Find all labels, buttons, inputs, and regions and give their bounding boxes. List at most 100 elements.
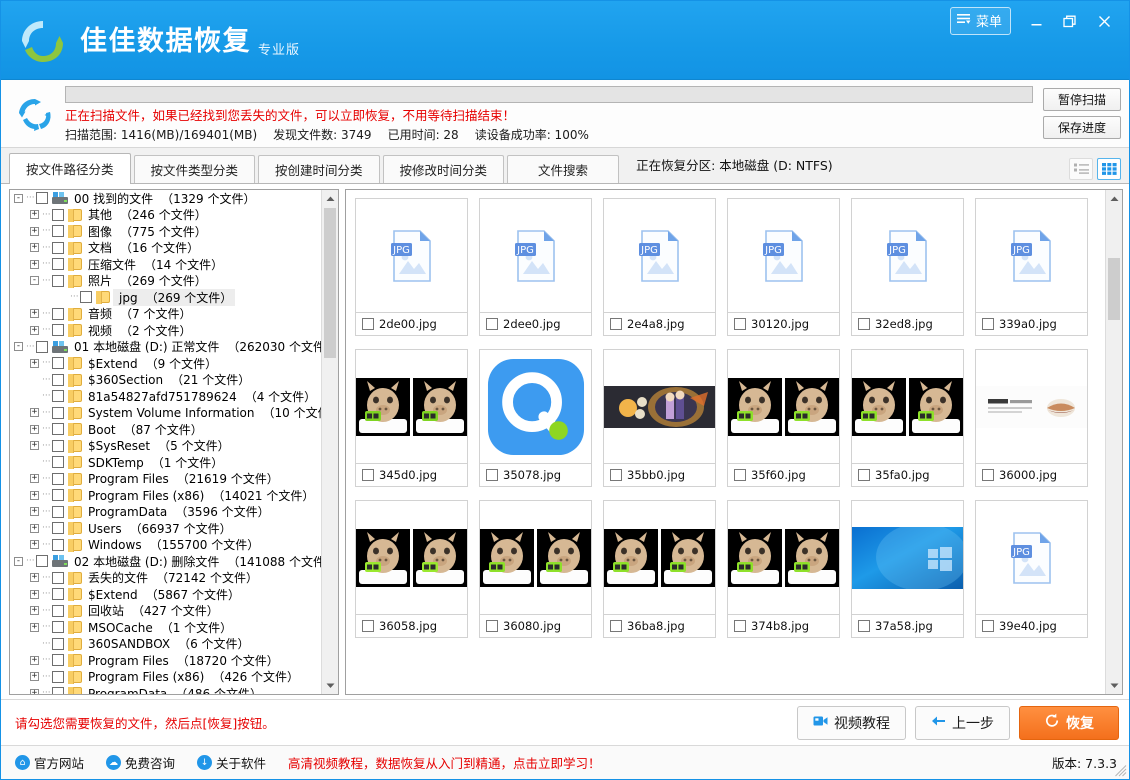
tab-3[interactable]: 按修改时间分类 bbox=[383, 155, 505, 183]
video-tutorial-button[interactable]: 视频教程 bbox=[797, 706, 906, 740]
tree-node[interactable]: +···音频（7 个文件） bbox=[10, 306, 321, 323]
tree-node-checkbox[interactable] bbox=[52, 440, 64, 452]
grid-view-icon[interactable] bbox=[1097, 158, 1121, 180]
grid-scroll-down-icon[interactable] bbox=[1106, 677, 1122, 694]
pause-scan-button[interactable]: 暂停扫描 bbox=[1043, 88, 1121, 111]
expand-icon[interactable]: + bbox=[30, 606, 39, 615]
previous-step-button[interactable]: 上一步 bbox=[915, 706, 1010, 740]
tree-node-checkbox[interactable] bbox=[52, 209, 64, 221]
expand-icon[interactable]: + bbox=[30, 524, 39, 533]
file-checkbox[interactable] bbox=[982, 318, 994, 330]
tree-node[interactable]: ···81a54827afd751789624（4 个文件） bbox=[10, 388, 321, 405]
expand-icon[interactable]: + bbox=[30, 227, 39, 236]
tree-node-checkbox[interactable] bbox=[52, 275, 64, 287]
tree-node-checkbox[interactable] bbox=[52, 258, 64, 270]
tree-node-checkbox[interactable] bbox=[52, 654, 64, 666]
status-link-1[interactable]: ☁免费咨询 bbox=[106, 753, 175, 772]
file-grid[interactable]: JPG 2de00.jpg JPG 2dee0.jpg JPG 2e4a8.jp… bbox=[346, 190, 1105, 694]
expand-icon[interactable]: + bbox=[30, 425, 39, 434]
file-cell[interactable]: 36058.jpg bbox=[355, 500, 468, 638]
file-checkbox[interactable] bbox=[858, 318, 870, 330]
grid-scroll-thumb[interactable] bbox=[1108, 258, 1120, 320]
file-cell[interactable]: 36ba8.jpg bbox=[603, 500, 716, 638]
tree-node[interactable]: +···Users（66937 个文件） bbox=[10, 520, 321, 537]
file-cell[interactable]: 36000.jpg bbox=[975, 349, 1088, 487]
tree-node-checkbox[interactable] bbox=[52, 374, 64, 386]
expand-icon[interactable]: + bbox=[30, 689, 39, 694]
file-cell[interactable]: JPG 32ed8.jpg bbox=[851, 198, 964, 336]
tree-node[interactable]: +···$SysReset（5 个文件） bbox=[10, 438, 321, 455]
tree-node-checkbox[interactable] bbox=[36, 341, 48, 353]
tree-node-checkbox[interactable] bbox=[52, 605, 64, 617]
tree-node-checkbox[interactable] bbox=[52, 423, 64, 435]
tree-node-checkbox[interactable] bbox=[52, 390, 64, 402]
tree-node[interactable]: -···02 本地磁盘 (D:) 删除文件（141088 个文件） bbox=[10, 553, 321, 570]
tree-node-checkbox[interactable] bbox=[52, 242, 64, 254]
expand-icon[interactable]: + bbox=[30, 656, 39, 665]
file-cell[interactable]: 36080.jpg bbox=[479, 500, 592, 638]
list-view-icon[interactable] bbox=[1069, 158, 1093, 180]
file-cell[interactable]: 374b8.jpg bbox=[727, 500, 840, 638]
file-cell[interactable]: 35f60.jpg bbox=[727, 349, 840, 487]
tree-node[interactable]: -···00 找到的文件（1329 个文件） bbox=[10, 190, 321, 207]
tree-node-checkbox[interactable] bbox=[52, 407, 64, 419]
tree-node-checkbox[interactable] bbox=[52, 225, 64, 237]
file-checkbox[interactable] bbox=[486, 318, 498, 330]
file-checkbox[interactable] bbox=[610, 469, 622, 481]
expand-icon[interactable]: + bbox=[30, 474, 39, 483]
expand-icon[interactable]: + bbox=[30, 491, 39, 500]
tree-node[interactable]: ···360SANDBOX（6 个文件） bbox=[10, 636, 321, 653]
tree-node[interactable]: -···照片（269 个文件） bbox=[10, 273, 321, 290]
tree-node[interactable]: -···01 本地磁盘 (D:) 正常文件（262030 个文件） bbox=[10, 339, 321, 356]
tree-node[interactable]: +···回收站（427 个文件） bbox=[10, 603, 321, 620]
expand-icon[interactable]: + bbox=[30, 260, 39, 269]
tree-node[interactable]: +···Program Files（21619 个文件） bbox=[10, 471, 321, 488]
file-checkbox[interactable] bbox=[734, 620, 746, 632]
expand-icon[interactable]: + bbox=[30, 590, 39, 599]
recover-button[interactable]: 恢复 bbox=[1019, 706, 1119, 740]
expand-icon[interactable]: + bbox=[30, 540, 39, 549]
tree-node[interactable]: +···ProgramData（486 个文件） bbox=[10, 685, 321, 694]
collapse-icon[interactable]: - bbox=[14, 557, 23, 566]
expand-icon[interactable]: + bbox=[30, 672, 39, 681]
tab-0[interactable]: 按文件路径分类 bbox=[9, 153, 131, 183]
file-checkbox[interactable] bbox=[362, 469, 374, 481]
tree-node-checkbox[interactable] bbox=[52, 687, 64, 694]
file-checkbox[interactable] bbox=[858, 469, 870, 481]
grid-scrollbar[interactable] bbox=[1105, 190, 1122, 694]
file-checkbox[interactable] bbox=[858, 620, 870, 632]
expand-icon[interactable]: + bbox=[30, 623, 39, 632]
tree-node[interactable]: +···$Extend（5867 个文件） bbox=[10, 586, 321, 603]
tab-1[interactable]: 按文件类型分类 bbox=[134, 155, 256, 183]
close-icon[interactable] bbox=[1089, 8, 1119, 34]
tree-node-checkbox[interactable] bbox=[80, 291, 92, 303]
tree-node[interactable]: +···视频（2 个文件） bbox=[10, 322, 321, 339]
file-checkbox[interactable] bbox=[982, 469, 994, 481]
tree-node-checkbox[interactable] bbox=[52, 638, 64, 650]
tree-node-checkbox[interactable] bbox=[52, 489, 64, 501]
tree-node[interactable]: +···Boot（87 个文件） bbox=[10, 421, 321, 438]
tree-node[interactable]: +···System Volume Information（10 个文件） bbox=[10, 405, 321, 422]
tree-scrollbar[interactable] bbox=[321, 190, 338, 694]
tree-node-checkbox[interactable] bbox=[52, 308, 64, 320]
tree-node[interactable]: +···Program Files（18720 个文件） bbox=[10, 652, 321, 669]
expand-icon[interactable]: + bbox=[30, 359, 39, 368]
tree-node-checkbox[interactable] bbox=[52, 324, 64, 336]
tree-scroll-up-icon[interactable] bbox=[322, 190, 338, 207]
expand-icon[interactable]: + bbox=[30, 408, 39, 417]
save-progress-button[interactable]: 保存进度 bbox=[1043, 116, 1121, 139]
tab-4[interactable]: 文件搜索 bbox=[507, 155, 619, 183]
status-link-0[interactable]: ⌂官方网站 bbox=[15, 753, 84, 772]
file-cell[interactable]: 345d0.jpg bbox=[355, 349, 468, 487]
collapse-icon[interactable]: - bbox=[14, 194, 23, 203]
expand-icon[interactable]: + bbox=[30, 507, 39, 516]
tree-node[interactable]: ···SDKTemp（1 个文件） bbox=[10, 454, 321, 471]
tree-node[interactable]: +···Program Files (x86)（14021 个文件） bbox=[10, 487, 321, 504]
resize-grip-icon[interactable] bbox=[1115, 765, 1127, 777]
tree-node-checkbox[interactable] bbox=[52, 539, 64, 551]
tree-node-checkbox[interactable] bbox=[52, 671, 64, 683]
file-checkbox[interactable] bbox=[610, 318, 622, 330]
tree-node-checkbox[interactable] bbox=[36, 555, 48, 567]
expand-icon[interactable]: + bbox=[30, 573, 39, 582]
file-cell[interactable]: JPG 2dee0.jpg bbox=[479, 198, 592, 336]
